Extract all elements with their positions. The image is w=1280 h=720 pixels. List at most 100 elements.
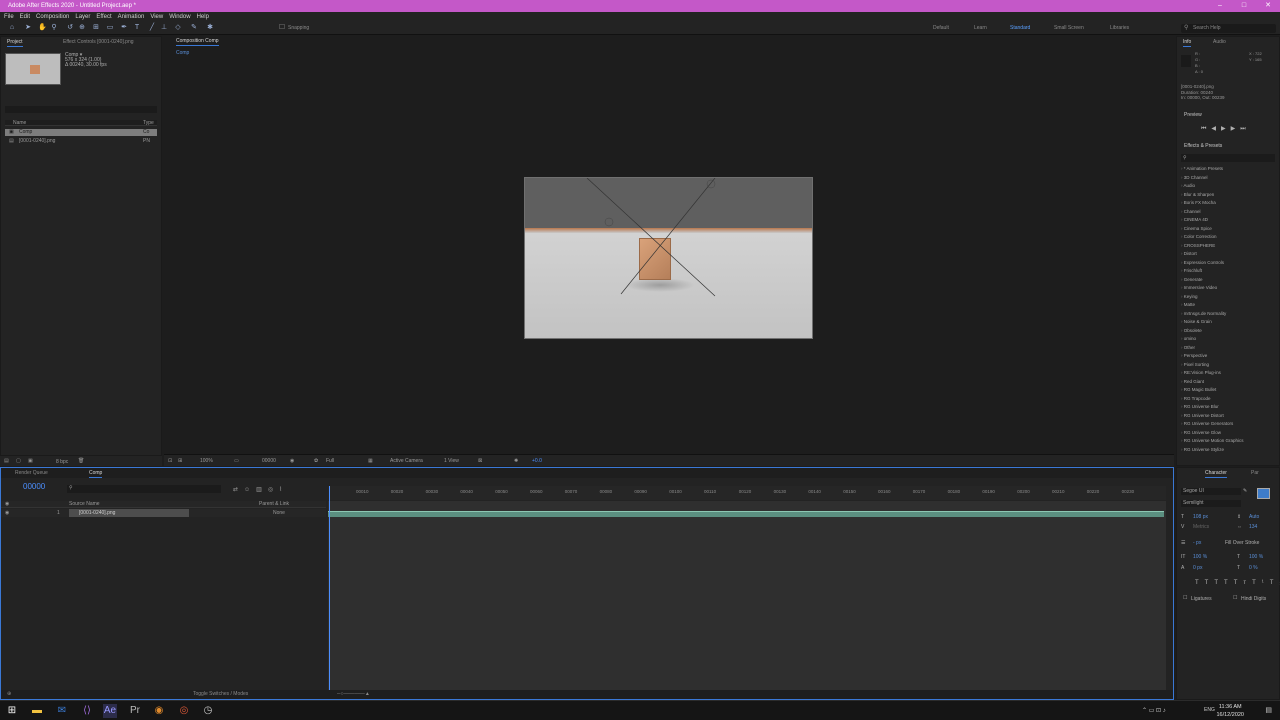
effect-category[interactable]: RG Universe Glow [1181, 429, 1221, 438]
eyedropper-icon[interactable]: ✎ [1243, 488, 1247, 494]
font-size-value[interactable]: 108 px [1193, 514, 1208, 520]
hindi-digits-checkbox[interactable]: ☐ [1233, 595, 1237, 601]
tab-character[interactable]: Character [1205, 468, 1227, 478]
tab-audio[interactable]: Audio [1213, 37, 1226, 47]
effect-category[interactable]: Immersive Video [1181, 284, 1217, 293]
pan-behind-tool-icon[interactable]: ⊞ [92, 24, 100, 32]
comp-canvas[interactable] [524, 177, 813, 339]
shy-icon[interactable]: ☺ [244, 487, 256, 493]
all-caps-icon[interactable]: TT [1214, 580, 1233, 586]
rectangle-tool-icon[interactable]: ▭ [106, 24, 114, 32]
color-channel-icon[interactable]: ✿ [314, 457, 318, 465]
chrome-icon[interactable]: ◎ [177, 704, 191, 718]
rotate-tool-icon[interactable]: ↺ [66, 24, 74, 32]
zoom-tool-icon[interactable]: ⚲ [50, 24, 58, 32]
vertical-scale-value[interactable]: 100 % [1193, 554, 1207, 560]
tab-project[interactable]: Project [7, 37, 23, 47]
effect-category[interactable]: mrtnsgs.de Normality [1181, 310, 1227, 319]
first-frame-icon[interactable]: ⏮ [1201, 126, 1211, 132]
next-frame-icon[interactable]: ▶ [1231, 126, 1241, 132]
effect-category[interactable]: Channel [1181, 208, 1201, 217]
language-indicator[interactable]: ENG [1204, 707, 1215, 713]
fill-color-swatch[interactable] [1257, 488, 1270, 499]
effect-category[interactable]: RG Universe Motion Graphics [1181, 437, 1244, 446]
type-tool-icon[interactable]: T [133, 24, 141, 32]
region-icon[interactable]: ▭ [234, 457, 239, 465]
font-family-select[interactable]: Segoe UI [1181, 488, 1241, 495]
play-icon[interactable]: ▶ [1221, 126, 1231, 132]
effect-category[interactable]: Noise & Grain [1181, 318, 1212, 327]
project-search-input[interactable] [5, 106, 157, 113]
blender-icon[interactable]: ◉ [152, 704, 166, 718]
effect-category[interactable]: CINEMA 4D [1181, 216, 1208, 225]
tab-effect-controls[interactable]: Effect Controls [0001-0240].png [63, 37, 134, 47]
selection-tool-icon[interactable]: ➤ [24, 24, 32, 32]
effect-category[interactable]: Color Correction [1181, 233, 1217, 242]
tab-comp[interactable]: Comp [89, 468, 103, 478]
effect-category[interactable]: RG Universe Stylize [1181, 446, 1224, 455]
time-ruler[interactable]: 00010 00020 00030 00040 00050 00060 00070 00080… [328, 486, 1166, 500]
snapping-checkbox-icon[interactable]: ☐ [278, 24, 286, 32]
brush-tool-icon[interactable]: ╱ [148, 24, 156, 32]
effects-presets-header[interactable]: Effects & Presets [1184, 143, 1222, 149]
effect-category[interactable]: RG Universe Generators [1181, 420, 1234, 429]
tsume-value[interactable]: 0 % [1249, 565, 1258, 571]
workspace-small-screen[interactable]: Small Screen [1054, 25, 1084, 31]
project-item-comp[interactable]: ▣ Comp Co [5, 129, 157, 136]
effect-category[interactable]: * Animation Presets [1181, 165, 1223, 174]
menu-effect[interactable]: Effect [96, 14, 111, 20]
faux-italic-icon[interactable]: T [1205, 580, 1215, 586]
effect-category[interactable]: Red Giant [1181, 378, 1204, 387]
graph-editor-icon[interactable]: ⌇ [279, 487, 288, 493]
layer-duration-bar[interactable] [328, 511, 1164, 517]
leading-value[interactable]: Auto [1249, 514, 1259, 520]
clone-stamp-tool-icon[interactable]: ⊥ [160, 24, 168, 32]
pen-tool-icon[interactable]: ✒ [120, 24, 128, 32]
effect-category[interactable]: Keying [1181, 293, 1198, 302]
snapshot-icon[interactable]: ◉ [290, 457, 294, 465]
new-comp-icon[interactable]: ▣ [28, 458, 33, 464]
puppet-tool-icon[interactable]: ✱ [206, 24, 214, 32]
menu-edit[interactable]: Edit [20, 14, 30, 20]
effect-category[interactable]: 3D Channel [1181, 174, 1208, 183]
tab-composition[interactable]: Composition Comp [176, 36, 219, 46]
exposure-value[interactable]: +0.0 [532, 457, 542, 465]
interpret-footage-icon[interactable]: ▤ [4, 458, 9, 464]
effect-category[interactable]: Audio [1181, 182, 1196, 191]
workspace-learn[interactable]: Learn [974, 25, 987, 31]
timeline-timecode[interactable]: 00000 [23, 482, 45, 491]
search-help-input[interactable]: ⚲ Search Help [1181, 24, 1276, 33]
close-button[interactable]: ✕ [1256, 0, 1280, 12]
col-parent-link[interactable]: Parent & Link [259, 501, 289, 507]
camera-tool-icon[interactable]: ⊕ [78, 24, 86, 32]
timeline-search-input[interactable]: ⚲ [67, 485, 221, 493]
comp-breadcrumb[interactable]: Comp [176, 50, 189, 56]
horizontal-scale-value[interactable]: 100 % [1249, 554, 1263, 560]
stroke-type-select[interactable]: Fill Over Stroke [1225, 540, 1259, 546]
bpc-label[interactable]: 8 bpc [56, 459, 68, 465]
expand-icon[interactable]: ⊕ [7, 690, 11, 699]
fast-preview-icon[interactable]: ⊠ [478, 457, 482, 465]
effect-category[interactable]: Boris FX Mocha [1181, 199, 1216, 208]
home-icon[interactable]: ⌂ [8, 24, 16, 32]
roto-brush-tool-icon[interactable]: ✎ [190, 24, 198, 32]
project-item-png[interactable]: ▤ [0001-0240].png PN [5, 138, 157, 145]
effects-search-input[interactable]: ⚲ [1181, 154, 1275, 162]
ligatures-checkbox[interactable]: ☐ [1183, 595, 1187, 601]
transparency-grid-icon[interactable]: ▦ [368, 457, 373, 465]
effect-category[interactable]: Other [1181, 344, 1195, 353]
tray-icons[interactable]: ⌃ ▭ ⊡ ♪ [1142, 707, 1166, 714]
effect-category[interactable]: Obsolete [1181, 327, 1202, 336]
stroke-width-value[interactable]: - px [1193, 540, 1201, 546]
visual-studio-icon[interactable]: ⟨⟩ [80, 704, 94, 718]
camera-select[interactable]: Active Camera [390, 457, 423, 465]
effect-category[interactable]: Perspective [1181, 352, 1208, 361]
mail-icon[interactable]: ✉ [55, 704, 69, 718]
effect-category[interactable]: RG Universe Distort [1181, 412, 1224, 421]
frame-blend-icon[interactable]: ▥ [256, 487, 268, 493]
col-type[interactable]: Type [143, 120, 154, 126]
menu-view[interactable]: View [150, 14, 163, 20]
after-effects-icon[interactable]: Ae [103, 704, 117, 718]
tab-paragraph[interactable]: Par [1251, 468, 1259, 478]
effect-category[interactable]: RG Trapcode [1181, 395, 1211, 404]
